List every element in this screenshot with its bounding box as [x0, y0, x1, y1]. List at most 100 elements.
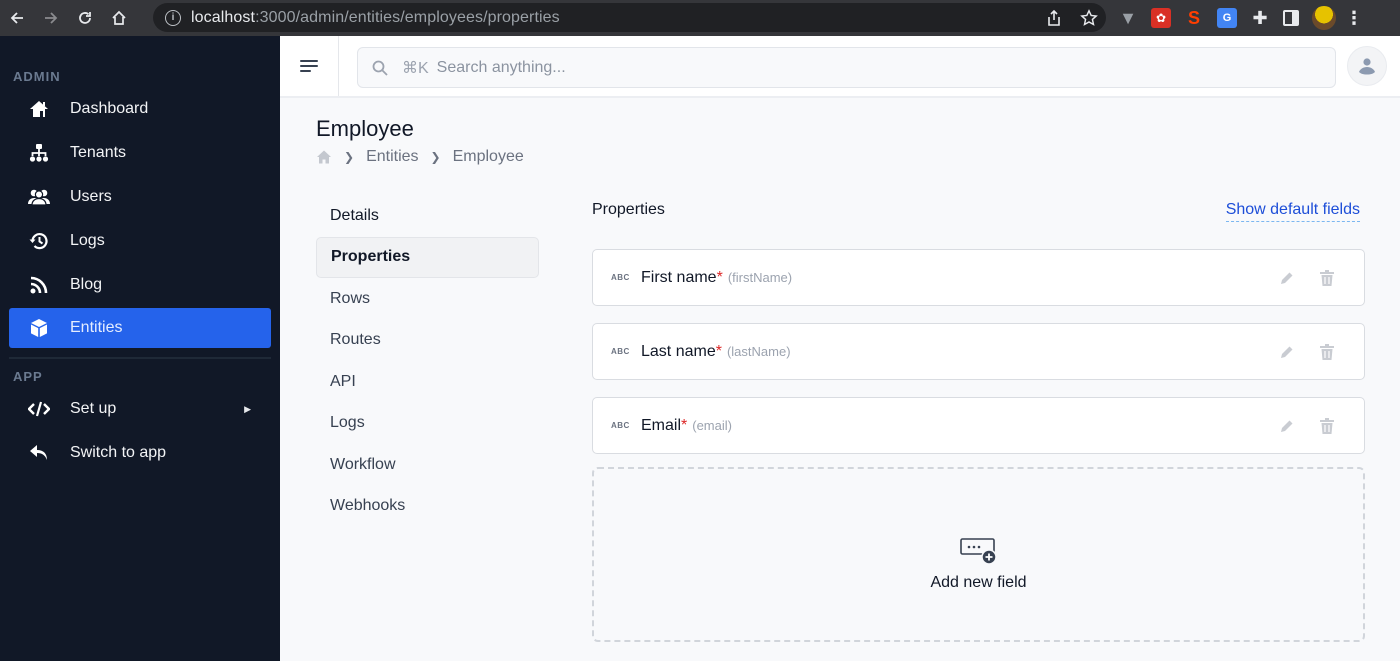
pencil-icon[interactable]: [1280, 345, 1294, 359]
field-name: Last name: [641, 342, 716, 360]
breadcrumb-home-icon[interactable]: [316, 149, 332, 165]
sidebar-item-users[interactable]: Users: [9, 177, 271, 217]
subnav-workflow[interactable]: Workflow: [316, 444, 539, 486]
sidebar-item-tenants[interactable]: Tenants: [9, 133, 271, 173]
google-translate-icon[interactable]: G: [1217, 8, 1237, 28]
code-icon: [23, 399, 55, 419]
chevron-right-icon: ❯: [430, 150, 441, 164]
field-row-first-name[interactable]: ABC First name * (firstName): [592, 249, 1365, 306]
subnav-rows[interactable]: Rows: [316, 278, 539, 320]
vue-devtools-icon[interactable]: ▼: [1118, 8, 1138, 28]
user-icon: [1359, 58, 1375, 75]
reload-icon: [79, 12, 91, 24]
breadcrumb-employee[interactable]: Employee: [453, 148, 524, 166]
text-type-icon: ABC: [611, 421, 630, 430]
sidebar-item-set-up[interactable]: Set up ▶: [9, 389, 271, 429]
address-bar[interactable]: i localhost:3000/admin/entities/employee…: [153, 3, 1106, 32]
required-asterisk: *: [715, 342, 722, 360]
subnav-webhooks[interactable]: Webhooks: [316, 486, 539, 528]
pencil-icon[interactable]: [1280, 419, 1294, 433]
subnav-details[interactable]: Details: [316, 195, 539, 237]
add-new-field-button[interactable]: Add new field: [592, 467, 1365, 642]
sidebar-item-label: Dashboard: [70, 100, 149, 117]
field-key: (firstName): [727, 270, 793, 285]
trash-icon[interactable]: [1320, 343, 1334, 360]
entity-subnav: Details Properties Rows Routes API Logs …: [316, 195, 539, 527]
show-default-fields-link[interactable]: Show default fields: [1225, 201, 1360, 222]
sidebar-section-app: APP: [13, 369, 43, 384]
rss-icon: [23, 275, 55, 295]
sidebar-item-blog[interactable]: Blog: [9, 265, 271, 305]
home-outline-icon: [112, 10, 126, 25]
subnav-api[interactable]: API: [316, 361, 539, 403]
breadcrumb-entities[interactable]: Entities: [366, 148, 418, 166]
field-row-email[interactable]: ABC Email * (email): [592, 397, 1365, 454]
sidebar-item-dashboard[interactable]: Dashboard: [9, 89, 271, 129]
extension-red-icon[interactable]: ✿: [1151, 8, 1171, 28]
required-asterisk: *: [716, 268, 723, 286]
field-row-last-name[interactable]: ABC Last name * (lastName): [592, 323, 1365, 380]
reply-arrow-icon: [23, 443, 55, 463]
browser-toolbar: i localhost:3000/admin/entities/employee…: [0, 0, 1400, 36]
reload-button[interactable]: [68, 0, 102, 36]
field-key: (email): [692, 418, 732, 433]
top-bar: ⌘K: [280, 36, 1400, 98]
submenu-caret-icon: ▶: [244, 403, 251, 414]
share-icon[interactable]: [1046, 9, 1062, 27]
sidebar-item-label: Switch to app: [70, 444, 167, 461]
search-input[interactable]: [436, 58, 1237, 77]
sidebar-item-label: Tenants: [70, 144, 127, 161]
sidebar-item-label: Set up: [70, 400, 117, 417]
menu-icon: [300, 57, 318, 75]
arrow-right-icon: [45, 12, 58, 24]
profile-avatar[interactable]: [1312, 6, 1336, 30]
user-avatar-button[interactable]: [1347, 46, 1387, 86]
users-icon: [23, 187, 55, 207]
info-icon[interactable]: i: [165, 9, 181, 26]
properties-heading: Properties: [592, 201, 665, 218]
url-text[interactable]: localhost:3000/admin/entities/employees/…: [191, 9, 560, 27]
forward-button[interactable]: [34, 0, 68, 36]
breadcrumb: ❯ Entities ❯ Employee: [316, 148, 524, 166]
sidebar-section-admin: ADMIN: [13, 69, 61, 84]
field-key: (lastName): [726, 344, 791, 359]
home-button[interactable]: [102, 0, 136, 36]
required-asterisk: *: [681, 416, 688, 434]
sidebar-item-label: Users: [70, 188, 112, 205]
trash-icon[interactable]: [1320, 269, 1334, 286]
search-box[interactable]: ⌘K: [357, 47, 1336, 88]
sidebar-item-label: Blog: [70, 276, 103, 293]
search-shortcut: ⌘K: [402, 59, 429, 77]
home-icon: [23, 99, 55, 119]
pencil-icon[interactable]: [1280, 271, 1294, 285]
sidebar-item-label: Logs: [70, 232, 105, 249]
page-title: Employee: [316, 116, 414, 141]
search-icon: [372, 60, 388, 76]
field-name: First name: [641, 268, 717, 286]
arrow-left-icon: [10, 12, 23, 24]
sidebar-item-logs[interactable]: Logs: [9, 221, 271, 261]
field-name: Email: [641, 416, 682, 434]
star-icon[interactable]: [1080, 8, 1098, 27]
sidebar-divider: [9, 357, 271, 359]
subnav-routes[interactable]: Routes: [316, 320, 539, 362]
back-button[interactable]: [0, 0, 34, 36]
cube-icon: [23, 318, 55, 338]
kebab-menu-icon[interactable]: ⋮: [1345, 8, 1363, 28]
hierarchy-icon: [23, 143, 55, 163]
sidebar-item-switch-to-app[interactable]: Switch to app: [9, 433, 271, 473]
sidebar-toggle-button[interactable]: [280, 36, 339, 96]
text-type-icon: ABC: [611, 347, 630, 356]
sidebar: ADMIN Dashboard Tenants Users Logs Blog: [0, 36, 280, 661]
subnav-properties[interactable]: Properties: [316, 236, 539, 278]
sidebar-item-label: Entities: [70, 319, 123, 336]
puzzle-icon[interactable]: ✚: [1250, 8, 1270, 28]
subnav-logs[interactable]: Logs: [316, 403, 539, 445]
add-field-icon: [959, 537, 997, 565]
svelte-icon[interactable]: S: [1184, 8, 1204, 28]
sidebar-item-entities[interactable]: Entities: [9, 308, 271, 348]
side-panel-icon[interactable]: [1283, 10, 1299, 26]
add-new-field-label: Add new field: [930, 573, 1027, 591]
text-type-icon: ABC: [611, 273, 630, 282]
trash-icon[interactable]: [1320, 417, 1334, 434]
